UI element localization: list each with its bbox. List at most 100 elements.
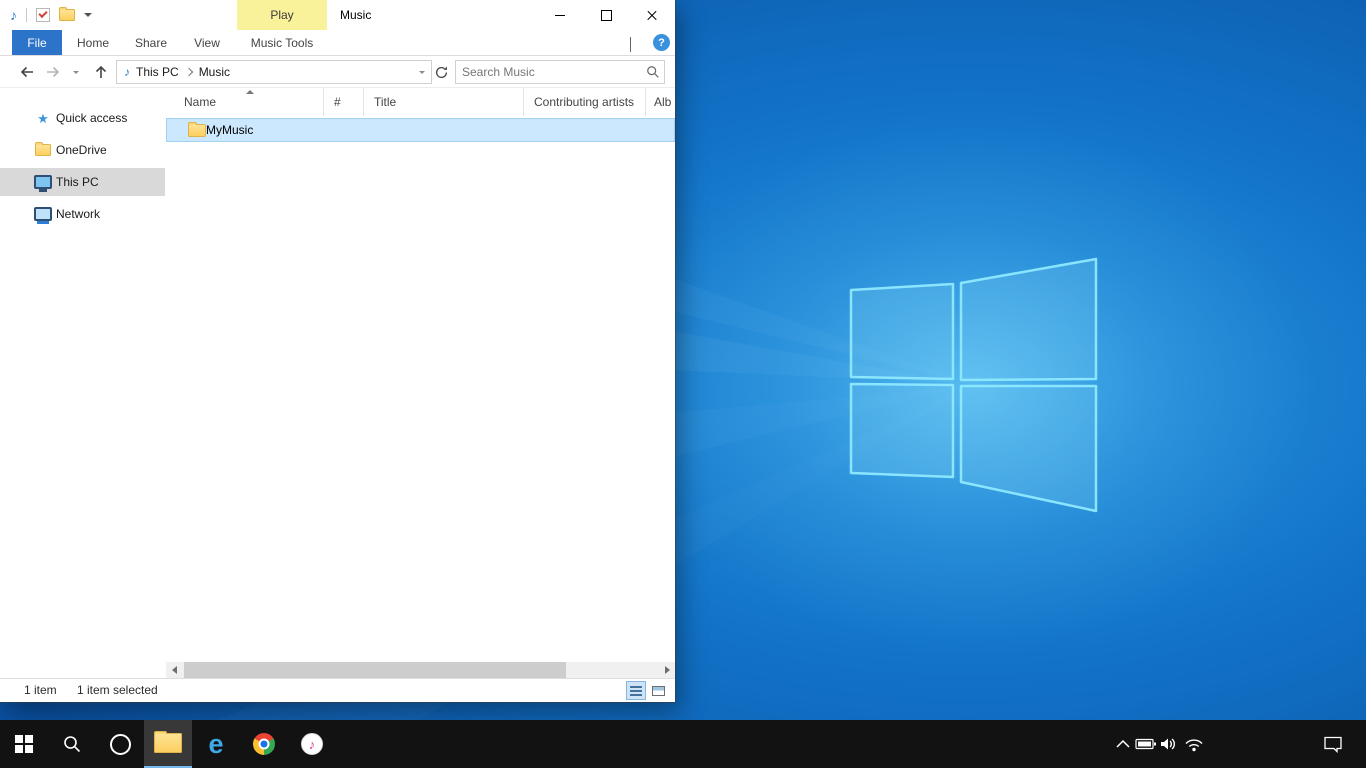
sidebar-item-label: Network: [56, 207, 100, 221]
column-header-name[interactable]: Name: [166, 88, 324, 116]
window-title: Music: [340, 0, 371, 30]
desktop: ♪ Play Music File Home Share View Music …: [0, 0, 1366, 768]
sidebar-item-label: This PC: [56, 175, 99, 189]
column-header-contributing-artists[interactable]: Contributing artists: [524, 88, 646, 116]
help-button[interactable]: ?: [653, 34, 670, 51]
up-button[interactable]: [89, 60, 113, 84]
details-view-button[interactable]: [626, 681, 646, 700]
tab-share[interactable]: Share: [124, 30, 178, 55]
address-bar[interactable]: ♪ This PC Music: [116, 60, 432, 84]
column-header-album[interactable]: Alb: [646, 88, 675, 116]
navigation-pane: ★ Quick access OneDrive This PC Network: [0, 88, 165, 678]
music-note-icon: ♪: [10, 8, 17, 22]
tab-view[interactable]: View: [180, 30, 234, 55]
itunes-button[interactable]: ♪: [288, 720, 336, 768]
file-explorer-taskbar-button[interactable]: [144, 720, 192, 768]
show-hidden-icons-button[interactable]: [1111, 720, 1135, 768]
sidebar-item-label: OneDrive: [56, 143, 107, 157]
windows-logo: [851, 259, 1096, 511]
properties-icon[interactable]: [36, 8, 50, 22]
address-toolbar: ♪ This PC Music: [0, 56, 675, 88]
recent-locations-button[interactable]: [68, 60, 84, 84]
up-arrow-icon: [92, 63, 110, 81]
start-button[interactable]: [0, 720, 48, 768]
taskbar-search-button[interactable]: [48, 720, 96, 768]
search-box[interactable]: [455, 60, 665, 84]
wifi-icon: [1183, 734, 1205, 754]
quick-access-toolbar: ♪: [10, 0, 92, 30]
large-icons-view-button[interactable]: [648, 681, 668, 700]
refresh-button[interactable]: [431, 60, 451, 84]
title-bar[interactable]: ♪ Play Music: [0, 0, 675, 30]
battery-icon: [1135, 738, 1157, 750]
breadcrumb-music[interactable]: Music: [193, 65, 236, 79]
folder-icon: [154, 733, 182, 753]
ribbon-tab-row: File Home Share View Music Tools ?: [0, 30, 675, 56]
breadcrumb-separator-icon[interactable]: [184, 68, 192, 76]
cortana-button[interactable]: [96, 720, 144, 768]
breadcrumb-this-pc[interactable]: This PC: [130, 65, 185, 79]
back-arrow-icon: [18, 63, 36, 81]
computer-icon: [34, 175, 52, 189]
search-input[interactable]: [456, 65, 644, 79]
contextual-tab-play[interactable]: Play: [237, 0, 327, 30]
scrollbar-thumb[interactable]: [184, 662, 566, 678]
speaker-icon: [1158, 734, 1178, 754]
chevron-down-icon: [73, 71, 79, 74]
tab-music-tools[interactable]: Music Tools: [236, 30, 328, 55]
volume-tray-button[interactable]: [1156, 720, 1180, 768]
internet-explorer-icon: e: [208, 731, 223, 758]
file-list: Name # Title Contributing artists Alb My…: [166, 88, 675, 662]
triangle-left-icon: [172, 666, 177, 674]
close-button[interactable]: [629, 0, 675, 30]
details-view-icon: [630, 686, 642, 696]
battery-tray-button[interactable]: [1134, 720, 1158, 768]
maximize-icon: [601, 10, 612, 21]
address-dropdown-button[interactable]: [413, 71, 431, 74]
taskbar: e ♪: [0, 720, 1366, 768]
cortana-icon: [110, 734, 131, 755]
large-icons-view-icon: [652, 686, 665, 696]
forward-button[interactable]: [41, 60, 65, 84]
sidebar-item-label: Quick access: [56, 111, 127, 125]
file-explorer-window: ♪ Play Music File Home Share View Music …: [0, 0, 675, 702]
chevron-down-icon[interactable]: [84, 13, 92, 17]
file-row-mymusic[interactable]: MyMusic: [166, 118, 675, 142]
tab-file[interactable]: File: [12, 30, 62, 55]
close-icon: [646, 9, 658, 21]
new-folder-icon[interactable]: [59, 9, 75, 21]
column-headers: Name # Title Contributing artists Alb: [166, 88, 675, 116]
action-center-button[interactable]: [1321, 720, 1345, 768]
scroll-left-button[interactable]: [166, 662, 182, 678]
internet-explorer-button[interactable]: e: [192, 720, 240, 768]
windows-logo-icon: [15, 735, 33, 753]
chrome-button[interactable]: [240, 720, 288, 768]
minimize-icon: [555, 15, 565, 16]
column-header-number[interactable]: #: [324, 88, 364, 116]
network-tray-button[interactable]: [1182, 720, 1206, 768]
horizontal-scrollbar[interactable]: [166, 662, 675, 678]
separator: [26, 8, 27, 22]
column-header-title[interactable]: Title: [364, 88, 524, 116]
chevron-up-icon: [1115, 739, 1131, 749]
minimize-button[interactable]: [537, 0, 583, 30]
back-button[interactable]: [15, 60, 39, 84]
network-icon: [34, 207, 52, 221]
star-icon: ★: [34, 112, 52, 125]
sidebar-item-this-pc[interactable]: This PC: [0, 168, 165, 196]
tab-home[interactable]: Home: [66, 30, 120, 55]
onedrive-folder-icon: [34, 144, 52, 156]
status-bar: 1 item 1 item selected: [0, 678, 675, 702]
refresh-icon: [434, 65, 449, 80]
item-count: 1 item: [24, 683, 57, 697]
sidebar-item-quick-access[interactable]: ★ Quick access: [0, 104, 165, 132]
itunes-icon: ♪: [301, 733, 323, 755]
sidebar-item-network[interactable]: Network: [0, 200, 165, 228]
expand-ribbon-button[interactable]: [630, 37, 631, 51]
maximize-button[interactable]: [583, 0, 629, 30]
scroll-right-button[interactable]: [659, 662, 675, 678]
chrome-icon: [253, 733, 275, 755]
sidebar-item-onedrive[interactable]: OneDrive: [0, 136, 165, 164]
action-center-icon: [1323, 735, 1343, 753]
search-icon[interactable]: [644, 65, 662, 79]
